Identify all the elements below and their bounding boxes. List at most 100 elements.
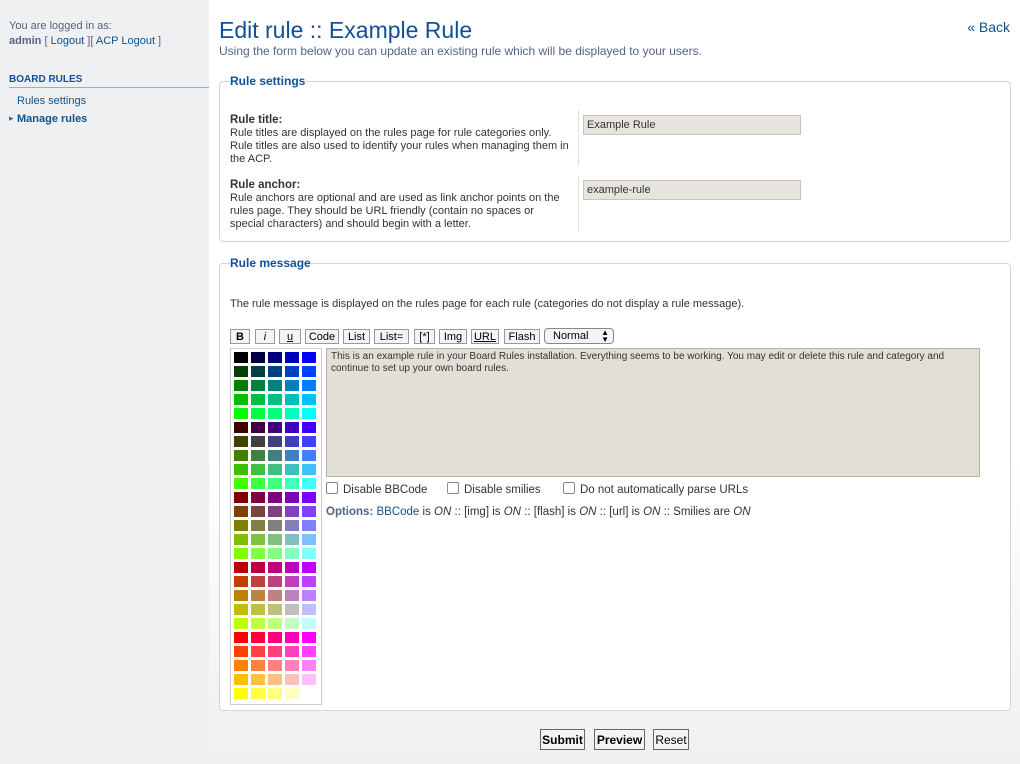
color-swatch[interactable]	[251, 590, 265, 601]
color-swatch[interactable]	[251, 562, 265, 573]
color-swatch[interactable]	[285, 478, 299, 489]
disable-bbcode-checkbox[interactable]: Disable BBCode	[326, 482, 427, 496]
color-swatch[interactable]	[285, 436, 299, 447]
color-swatch[interactable]	[285, 576, 299, 587]
color-swatch[interactable]	[302, 436, 316, 447]
list-item-button[interactable]: [*]	[414, 329, 435, 344]
color-swatch[interactable]	[302, 660, 316, 671]
rule-anchor-input[interactable]	[583, 180, 801, 200]
color-swatch[interactable]	[234, 464, 248, 475]
color-swatch[interactable]	[268, 590, 282, 601]
sidebar-item-manage-rules[interactable]: ▸ Manage rules	[0, 110, 209, 128]
color-swatch[interactable]	[234, 562, 248, 573]
color-swatch[interactable]	[251, 548, 265, 559]
color-swatch[interactable]	[234, 534, 248, 545]
color-swatch[interactable]	[302, 590, 316, 601]
color-swatch[interactable]	[251, 674, 265, 685]
color-swatch[interactable]	[285, 548, 299, 559]
checkbox-box[interactable]	[563, 482, 575, 494]
color-swatch[interactable]	[302, 380, 316, 391]
color-swatch[interactable]	[302, 674, 316, 685]
logout-link[interactable]: Logout	[51, 35, 85, 47]
reset-button[interactable]: Reset	[653, 729, 689, 750]
color-swatch[interactable]	[234, 604, 248, 615]
color-swatch[interactable]	[302, 520, 316, 531]
color-swatch[interactable]	[268, 688, 282, 699]
color-swatch[interactable]	[268, 450, 282, 461]
color-swatch[interactable]	[285, 534, 299, 545]
color-swatch[interactable]	[285, 688, 299, 699]
color-swatch[interactable]	[302, 422, 316, 433]
color-swatch[interactable]	[268, 520, 282, 531]
color-swatch[interactable]	[251, 632, 265, 643]
color-swatch[interactable]	[268, 366, 282, 377]
bbcode-link[interactable]: BBCode	[376, 506, 419, 518]
color-swatch[interactable]	[234, 380, 248, 391]
color-swatch[interactable]	[251, 604, 265, 615]
color-swatch[interactable]	[234, 576, 248, 587]
color-swatch[interactable]	[234, 548, 248, 559]
font-size-select[interactable]: Normal ▲ ▼	[544, 328, 614, 344]
checkbox-box[interactable]	[447, 482, 459, 494]
sidebar-item-label[interactable]: Rules settings	[17, 95, 86, 107]
submit-button[interactable]: Submit	[540, 729, 585, 750]
color-swatch[interactable]	[302, 366, 316, 377]
color-swatch[interactable]	[302, 478, 316, 489]
color-swatch[interactable]	[268, 674, 282, 685]
color-swatch[interactable]	[251, 660, 265, 671]
color-swatch[interactable]	[251, 492, 265, 503]
color-swatch[interactable]	[302, 604, 316, 615]
color-swatch[interactable]	[285, 646, 299, 657]
color-swatch[interactable]	[234, 646, 248, 657]
color-swatch[interactable]	[251, 422, 265, 433]
disable-smilies-checkbox[interactable]: Disable smilies	[447, 482, 541, 496]
color-swatch[interactable]	[234, 436, 248, 447]
color-swatch[interactable]	[234, 660, 248, 671]
color-swatch[interactable]	[268, 394, 282, 405]
color-swatch[interactable]	[251, 450, 265, 461]
color-swatch[interactable]	[268, 492, 282, 503]
color-swatch[interactable]	[285, 422, 299, 433]
color-swatch[interactable]	[251, 436, 265, 447]
color-swatch[interactable]	[285, 408, 299, 419]
color-swatch[interactable]	[268, 618, 282, 629]
img-button[interactable]: Img	[439, 329, 467, 344]
color-swatch[interactable]	[234, 492, 248, 503]
color-swatch[interactable]	[234, 506, 248, 517]
color-swatch[interactable]	[251, 478, 265, 489]
sidebar-item-label[interactable]: Manage rules	[17, 113, 87, 125]
color-swatch[interactable]	[234, 590, 248, 601]
color-swatch[interactable]	[251, 464, 265, 475]
color-swatch[interactable]	[285, 562, 299, 573]
color-swatch[interactable]	[268, 660, 282, 671]
color-swatch[interactable]	[268, 548, 282, 559]
color-swatch[interactable]	[234, 618, 248, 629]
url-button[interactable]: URL	[471, 329, 499, 344]
color-swatch[interactable]	[302, 562, 316, 573]
color-swatch[interactable]	[268, 380, 282, 391]
color-swatch[interactable]	[234, 688, 248, 699]
color-swatch[interactable]	[268, 646, 282, 657]
preview-button[interactable]: Preview	[594, 729, 645, 750]
color-swatch[interactable]	[234, 478, 248, 489]
color-swatch[interactable]	[234, 394, 248, 405]
color-swatch[interactable]	[302, 618, 316, 629]
color-swatch[interactable]	[302, 450, 316, 461]
disable-urls-checkbox[interactable]: Do not automatically parse URLs	[563, 482, 748, 496]
color-swatch[interactable]	[285, 618, 299, 629]
color-swatch[interactable]	[251, 352, 265, 363]
color-swatch[interactable]	[285, 590, 299, 601]
color-swatch[interactable]	[251, 408, 265, 419]
color-swatch[interactable]	[302, 464, 316, 475]
color-swatch[interactable]	[285, 520, 299, 531]
color-swatch[interactable]	[285, 632, 299, 643]
color-swatch[interactable]	[251, 576, 265, 587]
color-swatch[interactable]	[268, 632, 282, 643]
color-swatch[interactable]	[268, 464, 282, 475]
color-swatch[interactable]	[234, 450, 248, 461]
checkbox-box[interactable]	[326, 482, 338, 494]
color-swatch[interactable]	[285, 366, 299, 377]
color-swatch[interactable]	[234, 520, 248, 531]
color-swatch[interactable]	[234, 352, 248, 363]
color-swatch[interactable]	[251, 688, 265, 699]
